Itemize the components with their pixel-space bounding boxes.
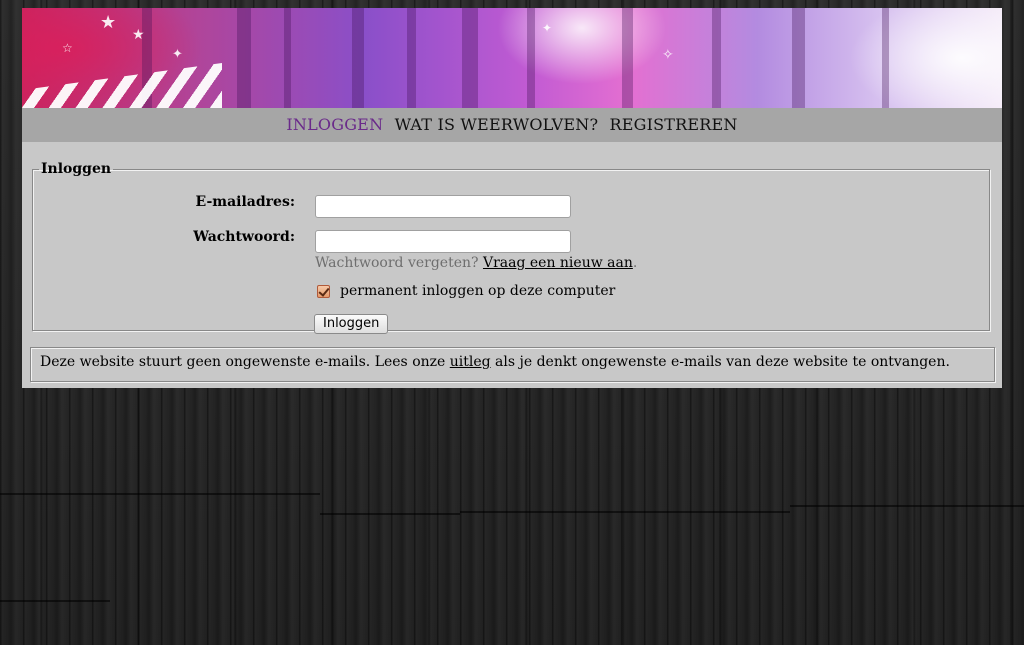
email-label: E-mailadres: — [195, 194, 295, 210]
login-button[interactable]: Inloggen — [314, 314, 389, 334]
password-label: Wachtwoord: — [193, 229, 295, 245]
notice-text-after: als je denkt ongewenste e-mails van deze… — [490, 354, 950, 370]
forgot-suffix: . — [632, 255, 638, 271]
forgot-password-label: Wachtwoord vergeten? — [315, 255, 479, 271]
site-banner: ★ ★ ☆ ✦ ✦ ✧ — [22, 8, 1002, 108]
nav-registreren[interactable]: REGISTREREN — [610, 115, 738, 134]
password-field[interactable] — [315, 230, 571, 253]
login-legend: Inloggen — [41, 161, 112, 177]
star-icon: ★ — [100, 12, 117, 33]
banner-tree — [462, 8, 478, 108]
star-icon: ✦ — [542, 21, 553, 35]
remember-me-row[interactable]: permanent inloggen op deze computer — [317, 283, 615, 299]
uitleg-link[interactable]: uitleg — [450, 354, 491, 370]
email-notice: Deze website stuurt geen ongewenste e-ma… — [30, 347, 995, 382]
star-icon: ☆ — [62, 41, 73, 55]
nav-inloggen[interactable]: INLOGGEN — [286, 115, 383, 134]
banner-tree — [352, 8, 364, 108]
banner-tree — [792, 8, 805, 108]
wood-seam — [320, 513, 460, 515]
login-fieldset: Inloggen E-mailadres: Wachtwoord: Wachtw… — [32, 161, 990, 334]
star-icon: ★ — [132, 27, 145, 43]
forgot-password-text: Wachtwoord vergeten? Vraag een nieuw aan… — [315, 255, 637, 271]
notice-text-before: Deze website stuurt geen ongewenste e-ma… — [40, 354, 450, 370]
banner-tree — [407, 8, 416, 108]
banner-tree — [622, 8, 633, 108]
remember-me-checkbox[interactable] — [317, 284, 330, 298]
banner-tree — [237, 8, 251, 108]
star-icon: ✧ — [662, 47, 674, 63]
banner-tree — [882, 8, 889, 108]
remember-me-label: permanent inloggen op deze computer — [340, 283, 616, 299]
banner-tree — [284, 8, 291, 108]
banner-tree — [527, 8, 535, 108]
banner-tree — [712, 8, 721, 108]
main-nav: INLOGGEN WAT IS WEERWOLVEN? REGISTREREN — [22, 108, 1002, 142]
request-new-password-link[interactable]: Vraag een nieuw aan — [483, 255, 633, 271]
wood-seam — [0, 493, 320, 495]
wood-seam — [460, 511, 790, 513]
wood-seam — [790, 505, 1024, 507]
page-container: ★ ★ ☆ ✦ ✦ ✧ INLOGGEN WAT IS WEERWOLVEN? … — [22, 8, 1002, 388]
wood-seam — [0, 600, 110, 602]
email-field[interactable] — [315, 195, 571, 218]
nav-wat-is-weerwolven[interactable]: WAT IS WEERWOLVEN? — [395, 115, 599, 134]
banner-stripes — [22, 63, 222, 108]
star-icon: ✦ — [172, 47, 183, 62]
